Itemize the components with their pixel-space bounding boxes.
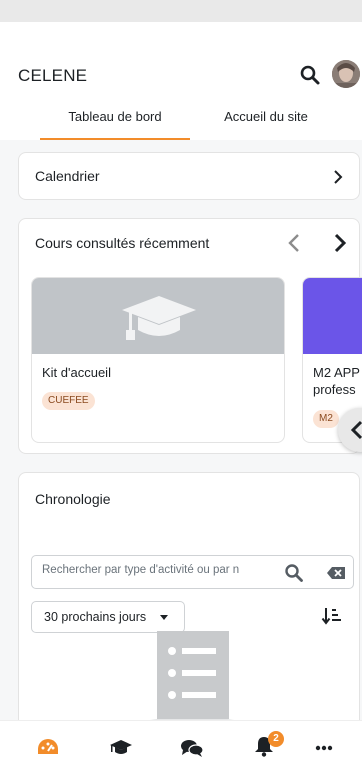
date-filter-value: 30 prochains jours — [44, 610, 147, 624]
course-category-badge: M2 — [313, 410, 339, 428]
app-header: CELENE Tableau de bord Accueil du site — [0, 22, 362, 140]
calendar-card[interactable]: Calendrier — [18, 152, 360, 200]
bottom-navigation: 2 — [0, 720, 362, 774]
calendar-title: Calendrier — [35, 168, 100, 184]
app-title: CELENE — [18, 66, 88, 85]
recent-courses-card: Cours consultés récemment Kit d'accueil … — [18, 218, 362, 454]
carousel-prev-button[interactable] — [287, 233, 301, 253]
more-icon[interactable] — [315, 745, 333, 751]
empty-list-illustration-icon — [149, 631, 235, 720]
timeline-search-field — [31, 555, 354, 589]
recent-courses-title: Cours consultés récemment — [35, 235, 210, 251]
tab-dashboard[interactable]: Tableau de bord — [40, 100, 190, 140]
course-category-badge: CUEFEE — [42, 392, 95, 410]
caret-down-icon — [160, 615, 168, 620]
timeline-title: Chronologie — [35, 491, 111, 507]
status-bar — [0, 0, 362, 22]
main-content[interactable]: Calendrier Cours consultés récemment Kit… — [0, 140, 362, 720]
timeline-search-input[interactable] — [42, 564, 270, 576]
dashboard-icon[interactable] — [37, 737, 59, 757]
chevron-left-icon — [350, 420, 362, 440]
timeline-card: Chronologie 30 prochains jours — [18, 472, 360, 720]
user-photo-icon — [332, 60, 360, 88]
clear-input-icon[interactable] — [326, 566, 346, 580]
search-icon[interactable] — [284, 563, 304, 583]
avatar[interactable] — [332, 60, 360, 88]
course-name: M2 APP profess — [313, 365, 360, 397]
carousel-next-button[interactable] — [333, 233, 347, 253]
chevron-right-icon — [334, 170, 343, 184]
chat-icon[interactable] — [180, 738, 204, 758]
course-image — [303, 278, 362, 354]
tab-site-home[interactable]: Accueil du site — [196, 100, 336, 140]
course-name: Kit d'accueil — [42, 365, 111, 380]
search-icon — [300, 65, 320, 85]
notification-count-badge: 2 — [268, 731, 284, 747]
graduation-cap-icon[interactable] — [109, 739, 133, 755]
search-button[interactable] — [299, 64, 321, 86]
tab-bar: Tableau de bord Accueil du site — [0, 100, 362, 140]
course-image — [32, 278, 284, 354]
sort-icon[interactable] — [321, 606, 343, 626]
graduation-cap-icon — [122, 296, 196, 340]
course-card[interactable]: Kit d'accueil CUEFEE — [31, 277, 285, 443]
